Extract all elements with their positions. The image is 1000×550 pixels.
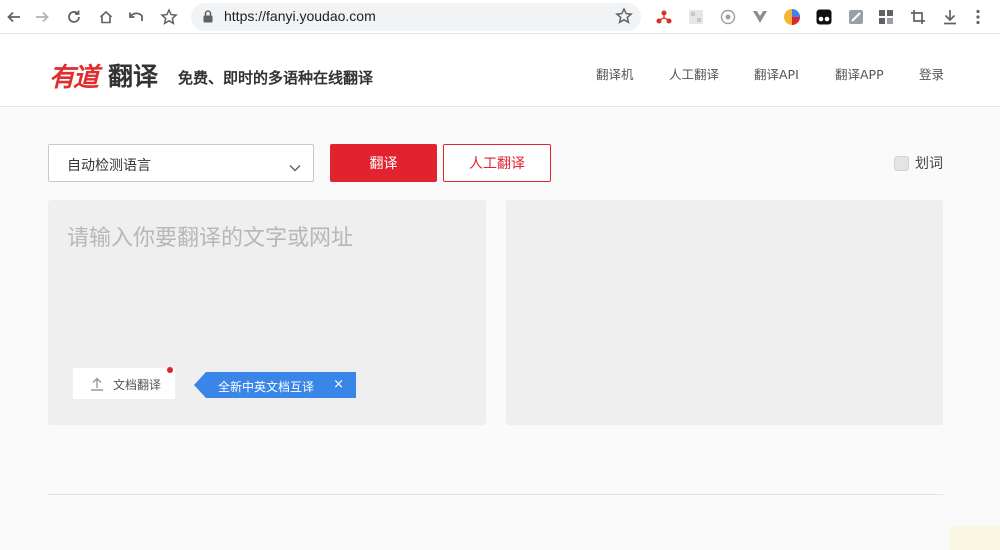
huaci-label: 划词 [915, 156, 943, 172]
nav-translate-api[interactable]: 翻译API [754, 64, 799, 83]
chevron-down-icon [289, 157, 301, 176]
extension-tampermonkey-icon[interactable] [815, 8, 833, 26]
extension-chart-icon[interactable] [783, 8, 801, 26]
upload-icon [90, 376, 104, 395]
crop-icon[interactable] [909, 8, 927, 26]
extension-qr-icon[interactable] [687, 8, 705, 26]
huaci-toggle[interactable]: 划词 [894, 153, 943, 173]
extension-grey-icon[interactable] [847, 8, 865, 26]
main-content: 自动检测语言 翻译 人工翻译 划词 请输入你要翻译的文字或网址 文档翻译 全新中… [0, 108, 1000, 550]
language-select[interactable]: 自动检测语言 [48, 144, 314, 182]
nav-login[interactable]: 登录 [919, 64, 944, 83]
logo-word[interactable]: 翻译 [108, 57, 158, 93]
promo-text: 全新中英文档互译 [218, 380, 315, 394]
notification-dot [167, 367, 173, 373]
history-icon[interactable] [125, 5, 149, 29]
input-placeholder: 请输入你要翻译的文字或网址 [67, 226, 354, 251]
nav-human-translation[interactable]: 人工翻译 [669, 64, 719, 83]
address-bar[interactable]: https://fanyi.youdao.com [191, 3, 641, 31]
nav-translator-device[interactable]: 翻译机 [596, 64, 634, 83]
extension-grid-icon[interactable] [877, 8, 895, 26]
browser-toolbar: https://fanyi.youdao.com [0, 0, 1000, 34]
extension-vue-icon[interactable] [751, 8, 769, 26]
reload-icon[interactable] [62, 5, 86, 29]
divider [48, 494, 943, 495]
logo-mark[interactable]: 有道 [49, 57, 99, 94]
corner-widget[interactable] [950, 526, 1000, 550]
extension-camera-icon[interactable] [719, 8, 737, 26]
language-select-value: 自动检测语言 [67, 158, 151, 174]
bookmark-star-icon[interactable] [157, 5, 181, 29]
promo-close-button[interactable]: × [333, 377, 344, 392]
site-header: 有道 翻译 免费、即时的多语种在线翻译 翻译机 人工翻译 翻译API 翻译APP… [0, 35, 1000, 107]
extension-org-icon[interactable] [655, 8, 673, 26]
translate-button[interactable]: 翻译 [330, 144, 437, 182]
download-icon[interactable] [941, 8, 959, 26]
back-icon[interactable] [2, 5, 26, 29]
huaci-checkbox[interactable] [894, 155, 909, 171]
url-text: https://fanyi.youdao.com [224, 8, 376, 24]
menu-kebab-icon[interactable] [969, 8, 987, 26]
star-icon[interactable] [615, 7, 633, 29]
nav-translate-app[interactable]: 翻译APP [835, 64, 884, 83]
slogan: 免费、即时的多语种在线翻译 [178, 69, 374, 87]
document-translate-button[interactable]: 文档翻译 [73, 367, 175, 399]
promo-arrow [194, 372, 206, 398]
translation-output [506, 200, 943, 425]
document-translate-label: 文档翻译 [113, 378, 162, 392]
human-translate-button[interactable]: 人工翻译 [443, 144, 551, 182]
lock-icon [202, 9, 214, 28]
forward-icon[interactable] [30, 5, 54, 29]
promo-body: 全新中英文档互译 × [206, 372, 356, 398]
home-icon[interactable] [94, 5, 118, 29]
source-text-input[interactable]: 请输入你要翻译的文字或网址 文档翻译 全新中英文档互译 × [48, 200, 486, 425]
